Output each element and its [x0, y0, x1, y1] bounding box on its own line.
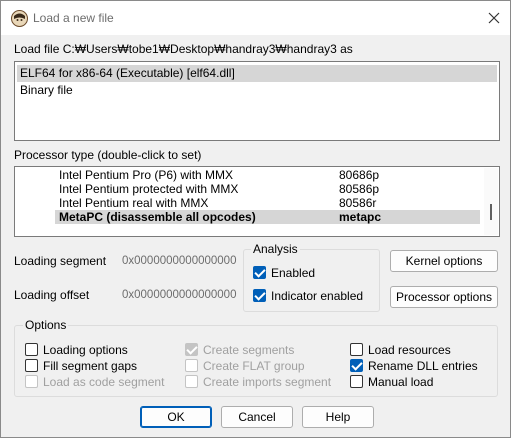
- file-type-list[interactable]: ELF64 for x86-64 (Executable) [elf64.dll…: [14, 61, 500, 141]
- manual-load-checkbox[interactable]: Manual load: [350, 374, 433, 389]
- checkbox-box: [25, 375, 38, 388]
- window-title: Load a new file: [33, 11, 114, 25]
- load-file-dialog: Load a new file Load file C:₩Users₩tobe1…: [0, 0, 511, 438]
- file-type-elf64[interactable]: ELF64 for x86-64 (Executable) [elf64.dll…: [17, 65, 497, 82]
- loading-segment-label: Loading segment: [14, 254, 107, 268]
- loading-segment-field[interactable]: 0x0000000000000000: [119, 251, 237, 271]
- rename-dll-entries-checkbox[interactable]: Rename DLL entries: [350, 358, 478, 373]
- analysis-group-title: Analysis: [251, 242, 300, 256]
- processor-name: Intel Pentium protected with MMX: [59, 182, 239, 196]
- create-imports-segment-checkbox: Create imports segment: [185, 374, 331, 389]
- processor-list-scrollbar[interactable]: [484, 168, 498, 235]
- create-segments-label: Create segments: [203, 342, 295, 357]
- load-resources-checkbox[interactable]: Load resources: [350, 342, 451, 357]
- processor-row[interactable]: Intel Pentium Pro (P6) with MMX 80686p: [59, 168, 479, 182]
- loading-options-checkbox[interactable]: Loading options: [25, 342, 128, 357]
- checkbox-box: [253, 266, 266, 279]
- checkbox-box: [350, 343, 363, 356]
- loading-offset-label: Loading offset: [14, 288, 90, 302]
- processor-code: 80586p: [339, 182, 380, 196]
- processor-code: 80586r: [339, 196, 377, 210]
- processor-row[interactable]: Intel Pentium real with MMX 80586r: [59, 196, 479, 210]
- processor-row-selected[interactable]: MetaPC (disassemble all opcodes) metapc: [55, 210, 480, 224]
- processor-name: Intel Pentium real with MMX: [59, 196, 209, 210]
- fill-segment-gaps-checkbox[interactable]: Fill segment gaps: [25, 358, 137, 373]
- analysis-enabled-label: Enabled: [271, 265, 316, 280]
- rename-dll-entries-label: Rename DLL entries: [368, 358, 478, 373]
- create-segments-checkbox: Create segments: [185, 342, 294, 357]
- checkbox-box: [350, 375, 363, 388]
- load-as-code-segment-label: Load as code segment: [43, 374, 165, 389]
- close-button[interactable]: [481, 6, 507, 30]
- indicator-enabled-checkbox[interactable]: Indicator enabled: [253, 288, 363, 303]
- cancel-button[interactable]: Cancel: [221, 406, 293, 428]
- file-type-binary[interactable]: Binary file: [17, 82, 497, 99]
- ida-app-icon: [11, 10, 28, 27]
- create-flat-group-label: Create FLAT group: [203, 358, 305, 373]
- processor-type-label: Processor type (double-click to set): [14, 148, 202, 162]
- checkbox-box: [253, 289, 266, 302]
- close-icon: [488, 12, 500, 24]
- checkbox-box: [25, 343, 38, 356]
- processor-type-list[interactable]: Intel Pentium Pro (P6) with MMX 80686p I…: [14, 166, 500, 237]
- ok-button[interactable]: OK: [140, 406, 212, 428]
- checkbox-box: [185, 343, 198, 356]
- kernel-options-button[interactable]: Kernel options: [390, 250, 498, 272]
- options-group-title: Options: [23, 318, 69, 332]
- loading-offset-field[interactable]: 0x0000000000000000: [119, 285, 237, 305]
- create-imports-segment-label: Create imports segment: [203, 374, 332, 389]
- processor-row[interactable]: Intel Pentium protected with MMX 80586p: [59, 182, 479, 196]
- load-file-label: Load file C:₩Users₩tobe1₩Desktop₩handray…: [14, 42, 353, 56]
- indicator-enabled-label: Indicator enabled: [271, 288, 364, 303]
- help-button[interactable]: Help: [302, 406, 374, 428]
- processor-code: metapc: [339, 210, 382, 224]
- analysis-enabled-checkbox[interactable]: Enabled: [253, 265, 315, 280]
- load-as-code-segment-checkbox: Load as code segment: [25, 374, 164, 389]
- checkbox-box: [185, 359, 198, 372]
- checkbox-box: [350, 359, 363, 372]
- processor-name: Intel Pentium Pro (P6) with MMX: [59, 168, 234, 182]
- load-resources-label: Load resources: [368, 342, 451, 357]
- loading-options-label: Loading options: [43, 342, 128, 357]
- processor-options-button[interactable]: Processor options: [390, 286, 498, 308]
- create-flat-group-checkbox: Create FLAT group: [185, 358, 305, 373]
- processor-code: 80686p: [339, 168, 380, 182]
- checkbox-box: [25, 359, 38, 372]
- scrollbar-thumb[interactable]: [490, 204, 492, 220]
- title-bar[interactable]: Load a new file: [1, 1, 510, 35]
- fill-segment-gaps-label: Fill segment gaps: [43, 358, 138, 373]
- manual-load-label: Manual load: [368, 374, 434, 389]
- checkbox-box: [185, 375, 198, 388]
- processor-name: MetaPC (disassemble all opcodes): [59, 210, 256, 224]
